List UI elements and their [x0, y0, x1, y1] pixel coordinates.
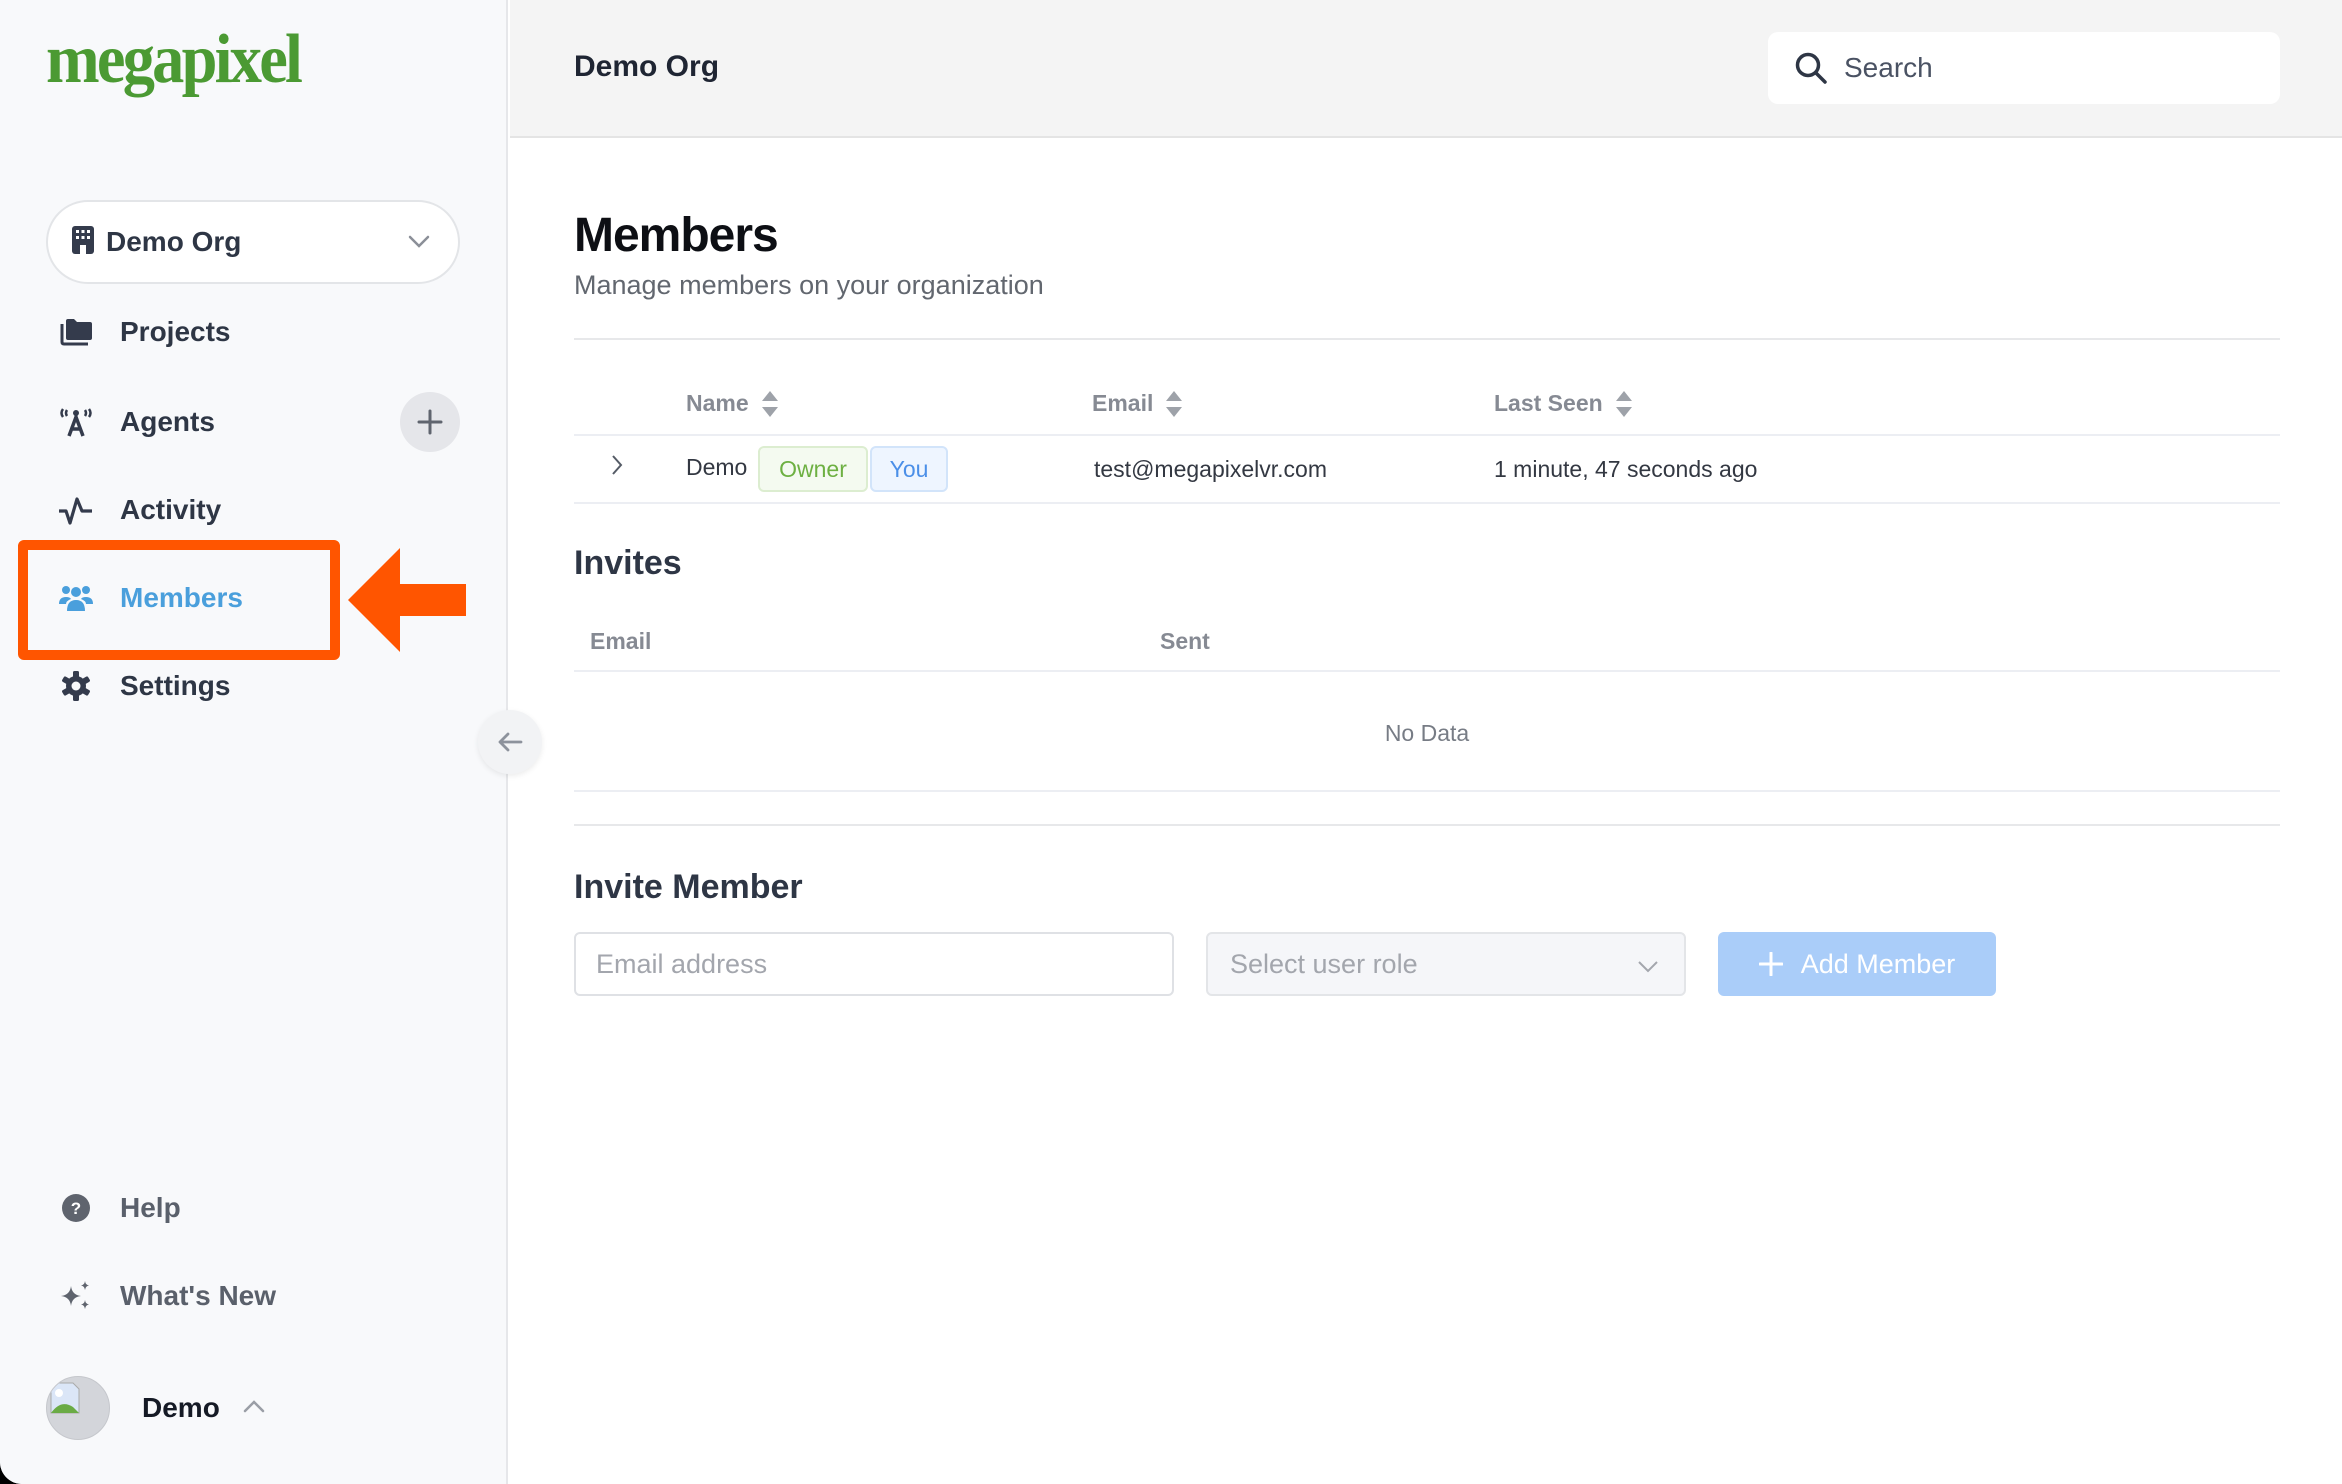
empty-state: No Data: [1384, 720, 1470, 746]
chevron-down-icon: [1636, 954, 1660, 983]
antenna-icon: [44, 407, 108, 437]
sparkles-icon: [44, 1281, 108, 1311]
divider: [574, 824, 2280, 826]
user-role-placeholder: Select user role: [1230, 948, 1418, 979]
activity-pulse-icon: [44, 495, 108, 525]
sidebar-item-settings[interactable]: Settings: [46, 656, 466, 716]
member-last-seen: 1 minute, 47 seconds ago: [1494, 456, 1758, 482]
arrow-left-icon: [498, 732, 523, 752]
owner-badge: Owner: [758, 446, 868, 492]
invites-title: Invites: [574, 544, 682, 582]
users-icon: [44, 584, 108, 612]
sidebar-item-label: Help: [120, 1192, 181, 1223]
logo[interactable]: megapixel: [46, 20, 303, 100]
topbar: Demo Org Search: [510, 0, 2342, 138]
chevron-up-icon: [242, 1398, 266, 1419]
column-header-email[interactable]: Email: [1092, 390, 1183, 417]
divider: [574, 670, 2280, 672]
sidebar-item-label: Projects: [120, 316, 231, 347]
email-address-input[interactable]: [574, 932, 1174, 996]
divider: [574, 502, 2280, 504]
divider: [574, 790, 2280, 792]
collapse-sidebar-button[interactable]: [478, 710, 542, 774]
column-header-email: Email: [590, 628, 652, 654]
plus-icon: [1758, 952, 1783, 976]
search-placeholder: Search: [1844, 52, 1933, 83]
sidebar-item-projects[interactable]: Projects: [46, 302, 466, 362]
org-title: Demo Org: [574, 50, 720, 83]
user-role-select[interactable]: Select user role: [1206, 932, 1686, 996]
you-badge: You: [870, 446, 948, 492]
user-name: Demo: [142, 1392, 220, 1423]
sidebar-item-whats-new[interactable]: What's New: [46, 1266, 466, 1326]
sidebar-item-label: What's New: [120, 1280, 277, 1311]
folder-icon: [44, 318, 108, 346]
add-member-label: Add Member: [1800, 948, 1956, 979]
sidebar-item-help[interactable]: ? Help: [46, 1178, 466, 1238]
sidebar-item-agents[interactable]: Agents: [46, 392, 386, 452]
column-header-name[interactable]: Name: [686, 390, 779, 417]
app-window: megapixel Demo Org Projects Agents Activ…: [0, 0, 2342, 1484]
search-icon: [1795, 52, 1827, 84]
sort-icon[interactable]: [1165, 390, 1183, 417]
page-subtitle: Manage members on your organization: [574, 270, 1044, 300]
sort-icon[interactable]: [1615, 390, 1633, 417]
sidebar-item-activity[interactable]: Activity: [46, 480, 466, 540]
add-agent-button[interactable]: [400, 392, 460, 452]
column-header-last-seen[interactable]: Last Seen: [1494, 390, 1633, 417]
divider: [574, 338, 2280, 340]
search-input[interactable]: Search: [1768, 32, 2280, 104]
sidebar-item-label: Settings: [120, 670, 231, 701]
avatar: [46, 1376, 110, 1440]
sidebar-item-label: Agents: [120, 406, 215, 437]
svg-text:?: ?: [71, 1199, 81, 1218]
sidebar-item-members[interactable]: Members: [46, 568, 466, 628]
sidebar-item-label: Activity: [120, 494, 222, 525]
divider: [574, 434, 2280, 436]
user-menu[interactable]: Demo: [46, 1376, 266, 1440]
gear-icon: [44, 671, 108, 701]
invite-member-title: Invite Member: [574, 868, 803, 906]
page-title: Members: [574, 209, 779, 262]
plus-icon: [417, 409, 443, 435]
sort-icon[interactable]: [761, 390, 779, 417]
chevron-down-icon: [406, 228, 432, 259]
member-email: test@megapixelvr.com: [1094, 456, 1327, 482]
chevron-right-icon[interactable]: [610, 454, 624, 481]
broken-image-icon: [50, 1382, 80, 1414]
member-name: Demo: [686, 454, 748, 480]
add-member-button[interactable]: Add Member: [1718, 932, 1996, 996]
column-header-sent: Sent: [1160, 628, 1210, 654]
org-selector[interactable]: Demo Org: [46, 200, 460, 284]
sidebar-item-label: Members: [120, 582, 243, 613]
sidebar: megapixel Demo Org Projects Agents Activ…: [0, 0, 508, 1484]
building-icon: [72, 225, 94, 259]
help-circle-icon: ?: [44, 1193, 108, 1223]
